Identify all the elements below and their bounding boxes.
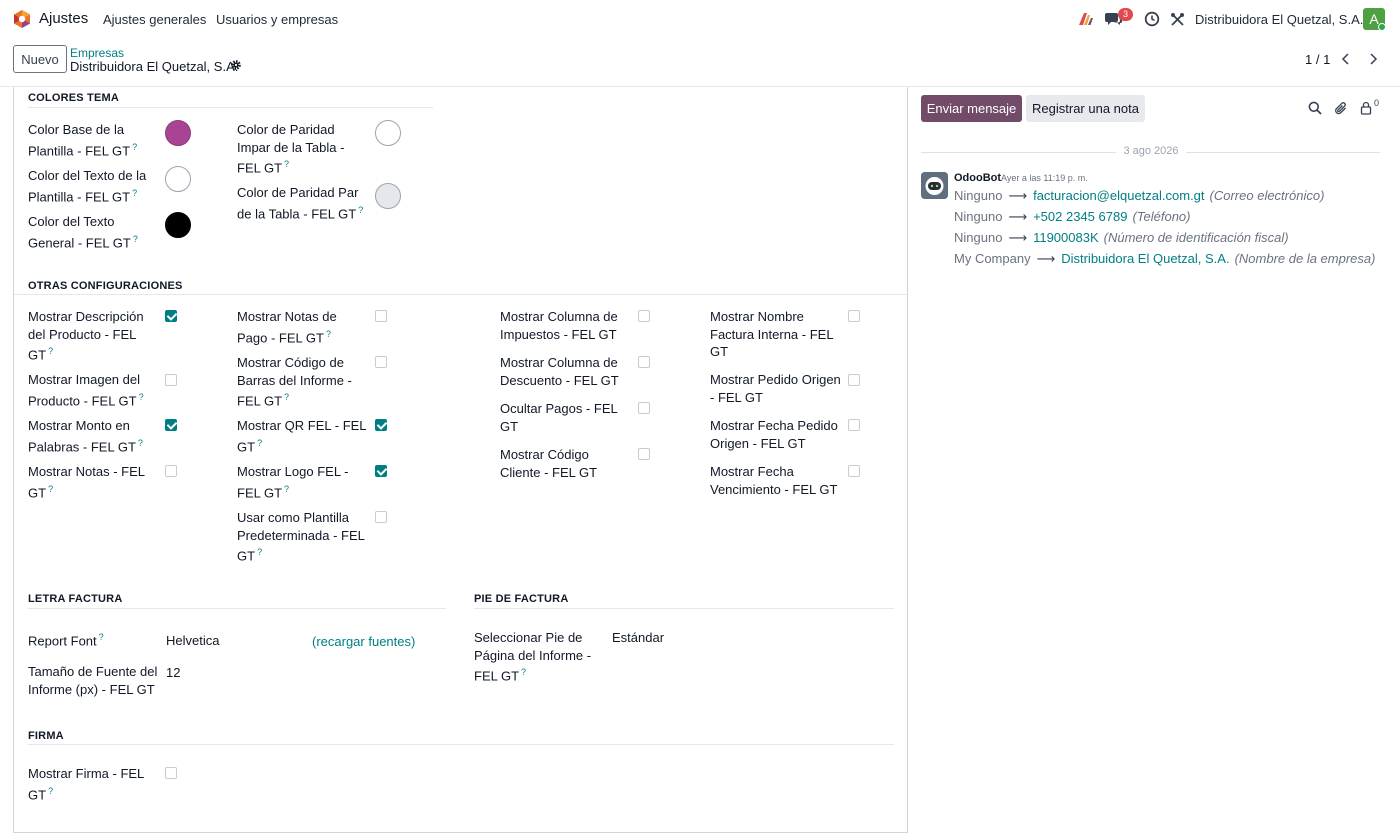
messages-badge: 3 [1118, 8, 1133, 21]
section-line-letra [28, 608, 446, 609]
activity-clock-icon[interactable] [1143, 10, 1161, 28]
company-switcher[interactable]: Distribuidora El Quetzal, S.A. [1195, 12, 1363, 27]
followers-count: 0 [1374, 98, 1380, 108]
search-icon[interactable] [1307, 100, 1323, 116]
pager-next-button[interactable] [1362, 48, 1384, 70]
field-label-mostrar-descripcion: Mostrar Descripción del Producto - FEL GT? [28, 309, 144, 363]
breadcrumb-empresas[interactable]: Empresas [70, 46, 124, 60]
tracking-row: My Company ⟶ Distribuidora El Quetzal, S.A… [954, 251, 1376, 266]
field-label-mostrar-monto: Mostrar Monto en Palabras - FEL GT? [28, 418, 143, 454]
field-label-mostrar-columna-impuestos: Mostrar Columna de Impuestos - FEL GT [500, 309, 618, 342]
pager-previous-button[interactable] [1335, 48, 1357, 70]
section-title-otras: OTRAS CONFIGURACIONES [28, 280, 183, 292]
checkbox-ocultar-pagos[interactable] [638, 402, 650, 414]
checkbox-mostrar-monto[interactable] [165, 419, 177, 431]
section-line-firma [28, 744, 894, 745]
section-title-letra: LETRA FACTURA [28, 593, 123, 605]
checkbox-mostrar-codigo-cliente[interactable] [638, 448, 650, 460]
menu-usuarios-empresas[interactable]: Usuarios y empresas [216, 12, 338, 27]
section-line-pie [474, 608, 894, 609]
color-paridad-par-swatch[interactable] [375, 183, 401, 209]
color-paridad-impar-swatch[interactable] [375, 120, 401, 146]
followers-lock-icon[interactable] [1358, 100, 1374, 116]
app-title[interactable]: Ajustes [39, 10, 88, 27]
field-label-report-font: Report Font? [28, 632, 104, 649]
top-navbar [0, 0, 1400, 38]
field-label-mostrar-fecha-vencimiento: Mostrar Fecha Vencimiento - FEL GT [710, 464, 838, 497]
field-label-color-texto-plantilla: Color del Texto de la Plantilla - FEL GT? [28, 168, 147, 204]
checkbox-usar-plantilla[interactable] [375, 511, 387, 523]
color-texto-plantilla-swatch[interactable] [165, 166, 191, 192]
field-label-color-texto-general: Color del Texto General - FEL GT? [28, 214, 138, 250]
checkbox-mostrar-logo[interactable] [375, 465, 387, 477]
checkbox-mostrar-columna-descuento[interactable] [638, 356, 650, 368]
tracking-row: Ninguno ⟶ facturacion@elquetzal.com.gt (Cor… [954, 188, 1325, 203]
checkbox-mostrar-codigo-barras[interactable] [375, 356, 387, 368]
checkbox-mostrar-notas-pago[interactable] [375, 310, 387, 322]
color-texto-general-swatch[interactable] [165, 212, 191, 238]
tracking-row: Ninguno ⟶ 11900083K (Número de identificaci… [954, 230, 1289, 245]
checkbox-mostrar-firma[interactable] [165, 767, 177, 779]
field-label-mostrar-notas-pago: Mostrar Notas de Pago - FEL GT? [237, 309, 337, 345]
color-base-swatch[interactable] [165, 120, 191, 146]
field-label-mostrar-firma: Mostrar Firma - FEL GT? [28, 766, 145, 802]
field-label-pie-pagina: Seleccionar Pie de Página del Informe - FE… [474, 630, 592, 684]
date-separator-text: 3 ago 2026 [1123, 145, 1179, 157]
odoobot-avatar [921, 172, 948, 199]
date-separator-line-left [921, 152, 1116, 153]
ai-assistant-icon[interactable] [1077, 10, 1095, 28]
message-author[interactable]: OdooBot [954, 172, 1001, 184]
checkbox-mostrar-fecha-pedido[interactable] [848, 419, 860, 431]
checkbox-mostrar-imagen[interactable] [165, 374, 177, 386]
field-label-font-size: Tamaño de Fuente del Informe (px) - FEL G… [28, 664, 158, 697]
date-separator-line-right [1186, 152, 1380, 153]
field-label-mostrar-pedido-origen: Mostrar Pedido Origen - FEL GT [710, 372, 841, 405]
field-label-color-paridad-par: Color de Paridad Par de la Tabla - FEL GT… [237, 185, 364, 221]
section-title-pie: PIE DE FACTURA [474, 593, 569, 605]
field-label-mostrar-codigo-barras: Mostrar Código de Barras del Informe - FEL… [237, 355, 352, 409]
checkbox-mostrar-notas[interactable] [165, 465, 177, 477]
field-label-mostrar-nombre-factura: Mostrar Nombre Factura Interna - FEL GT [710, 309, 834, 359]
pager-value[interactable]: 1 / 1 [1305, 52, 1330, 67]
gear-icon[interactable] [230, 59, 242, 71]
report-font-select[interactable]: Helvetica [166, 633, 219, 648]
checkbox-mostrar-descripcion[interactable] [165, 310, 177, 322]
field-label-mostrar-columna-descuento: Mostrar Columna de Descuento - FEL GT [500, 355, 619, 388]
field-label-mostrar-codigo-cliente: Mostrar Código Cliente - FEL GT [500, 447, 598, 480]
section-line-colores [28, 107, 433, 108]
section-title-colores: COLORES TEMA [28, 92, 120, 104]
field-label-mostrar-imagen: Mostrar Imagen del Producto - FEL GT? [28, 372, 144, 408]
field-label-usar-plantilla: Usar como Plantilla Predeterminada - FEL G… [237, 510, 365, 564]
odoo-logo-icon[interactable] [12, 9, 32, 29]
message-time: Ayer a las 11:19 p. m. [1001, 173, 1088, 183]
breadcrumb-current: Distribuidora El Quetzal, S.A. [70, 59, 239, 74]
checkbox-mostrar-nombre-factura[interactable] [848, 310, 860, 322]
reload-fonts-button[interactable]: (recargar fuentes) [312, 634, 415, 649]
pie-pagina-select[interactable]: Estándar [612, 630, 664, 645]
field-label-mostrar-notas: Mostrar Notas - FEL GT? [28, 464, 146, 500]
new-button[interactable]: Nuevo [13, 45, 67, 73]
section-title-firma: FIRMA [28, 730, 64, 742]
field-label-color-base: Color Base de la Plantilla - FEL GT? [28, 122, 138, 158]
date-separator: 3 ago 2026 [921, 145, 1380, 159]
field-label-mostrar-qr: Mostrar QR FEL - FEL GT? [237, 418, 367, 454]
log-note-button[interactable]: Registrar una nota [1026, 95, 1145, 122]
checkbox-mostrar-columna-impuestos[interactable] [638, 310, 650, 322]
online-status-dot [1378, 23, 1386, 31]
field-label-ocultar-pagos: Ocultar Pagos - FEL GT [500, 401, 618, 434]
checkbox-mostrar-fecha-vencimiento[interactable] [848, 465, 860, 477]
checkbox-mostrar-pedido-origen[interactable] [848, 374, 860, 386]
form-sheet [13, 87, 908, 833]
send-message-button[interactable]: Enviar mensaje [921, 95, 1022, 122]
font-size-input[interactable]: 12 [166, 665, 180, 680]
field-label-mostrar-fecha-pedido: Mostrar Fecha Pedido Origen - FEL GT [710, 418, 838, 451]
field-label-color-paridad-impar: Color de Paridad Impar de la Tabla - FEL G… [237, 122, 345, 176]
paperclip-icon[interactable] [1333, 100, 1349, 116]
field-label-mostrar-logo: Mostrar Logo FEL - FEL GT? [237, 464, 349, 500]
checkbox-mostrar-qr[interactable] [375, 419, 387, 431]
tracking-row: Ninguno ⟶ +502 2345 6789 (Teléfono) [954, 209, 1191, 224]
menu-ajustes-generales[interactable]: Ajustes generales [103, 12, 206, 27]
section-line-otras [14, 294, 907, 295]
debug-tools-icon[interactable] [1168, 10, 1186, 28]
